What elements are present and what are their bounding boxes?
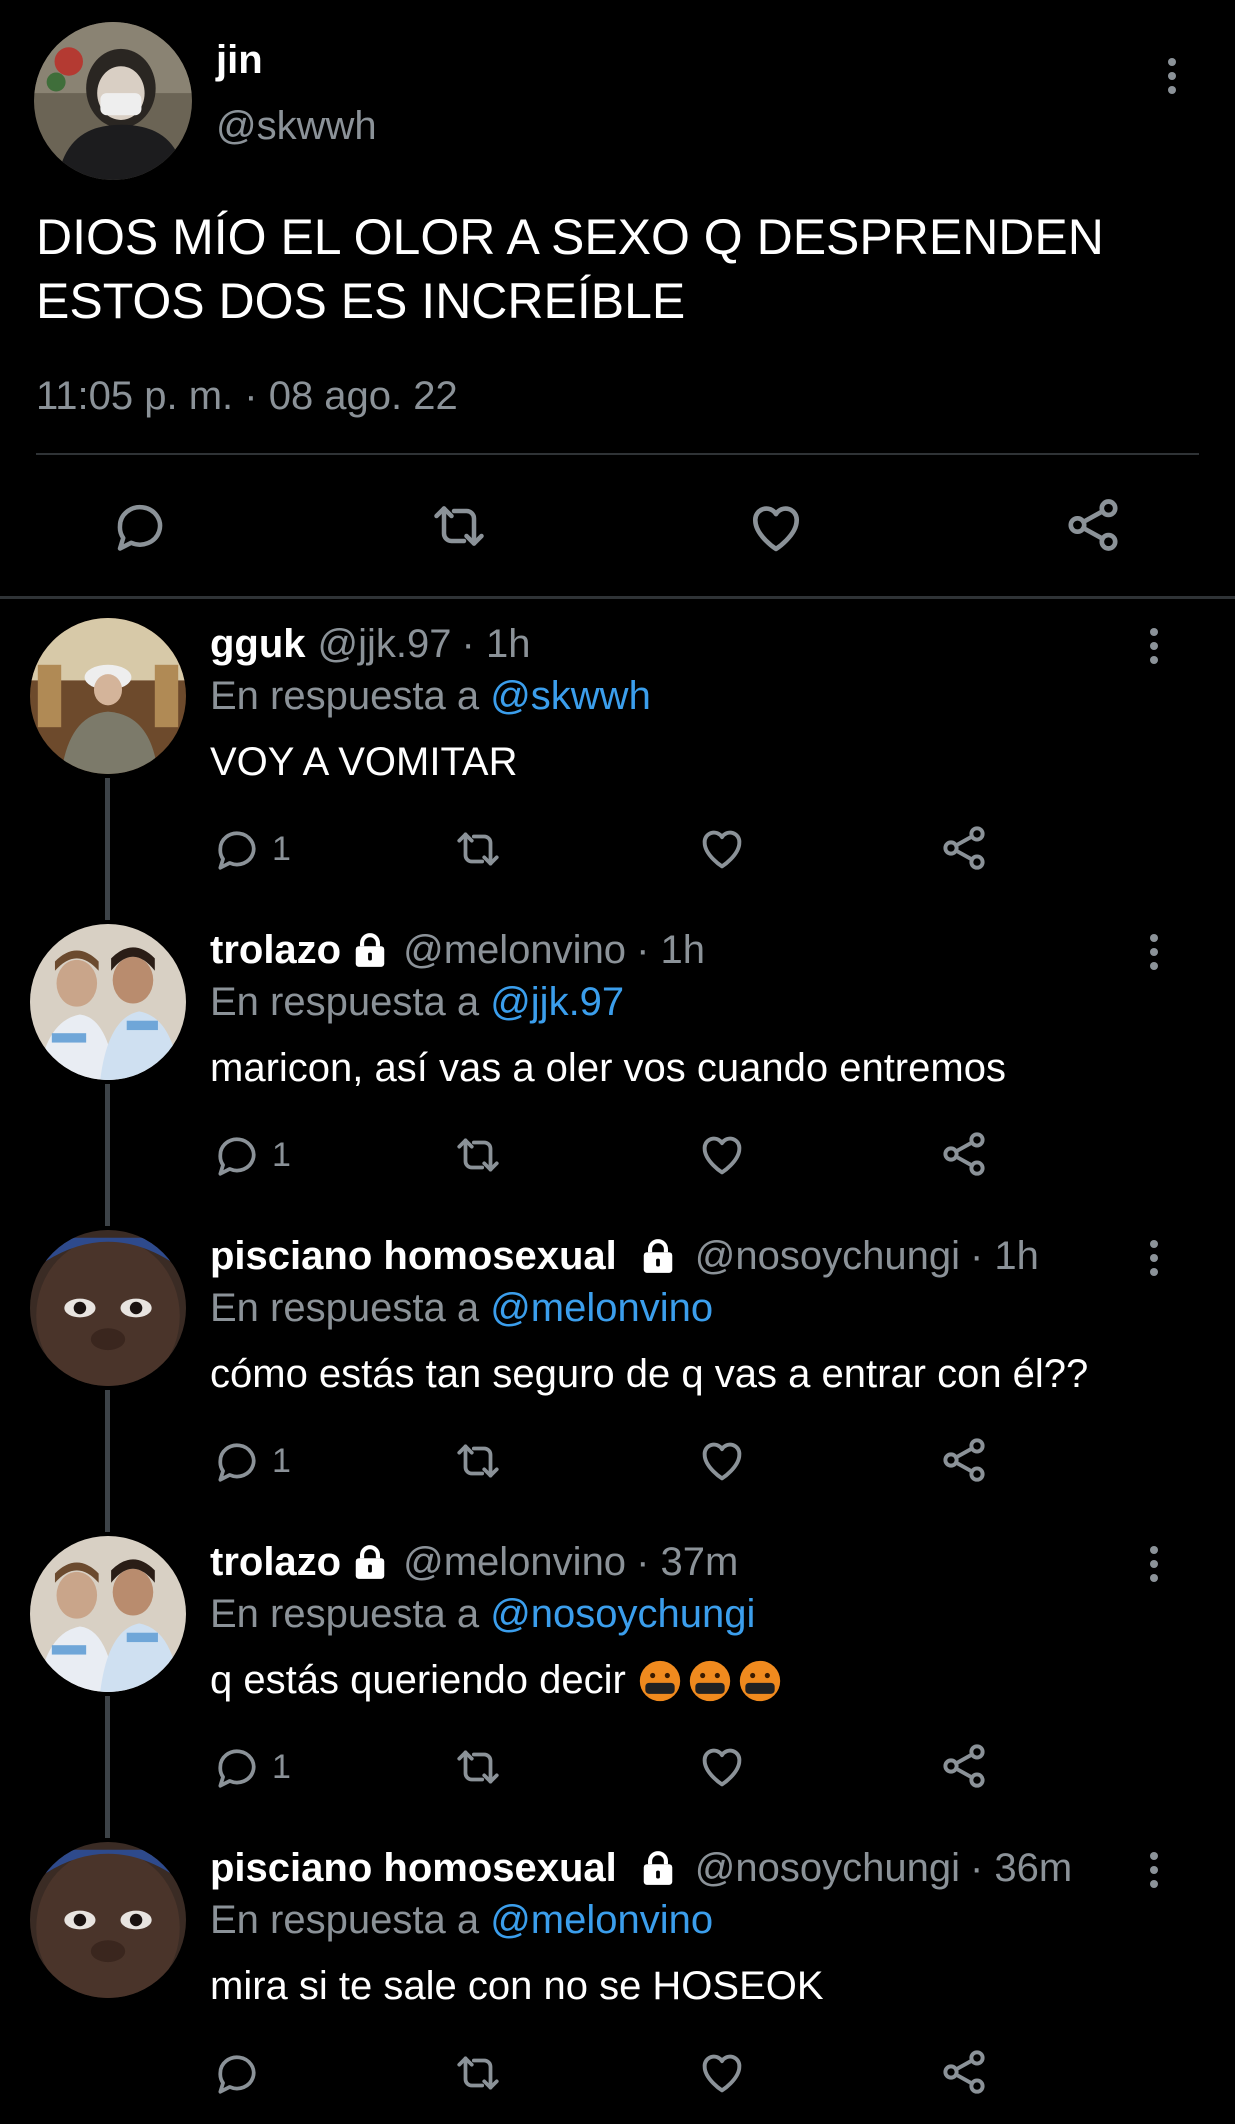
more-options-icon[interactable] <box>1147 1240 1161 1282</box>
reply-handle[interactable]: @nosoychungi <box>695 1846 960 1891</box>
reply-header: gguk @jjk.97 · 1h <box>210 622 530 667</box>
reply-prefix: En respuesta a <box>210 1898 480 1942</box>
reply-prefix: En respuesta a <box>210 674 480 718</box>
lock-icon <box>355 1544 385 1579</box>
cursing-face-emoji: 🤬 <box>639 1660 680 1701</box>
divider <box>36 453 1199 455</box>
share-icon[interactable] <box>938 1128 990 1180</box>
reply-icon[interactable] <box>212 1436 262 1486</box>
section-divider <box>0 596 1235 599</box>
like-icon[interactable] <box>696 822 748 874</box>
reply-icon[interactable] <box>212 1130 262 1180</box>
reply-display-name[interactable]: gguk <box>210 622 306 667</box>
reply-time: · 1h <box>970 1234 1039 1278</box>
main-display-name[interactable]: jin <box>216 38 263 83</box>
reply-mention[interactable]: @melonvino <box>490 1898 713 1942</box>
retweet-icon[interactable] <box>450 1742 506 1792</box>
thread-line <box>105 778 110 920</box>
reply-time: · 1h <box>461 622 531 666</box>
retweet-icon[interactable] <box>426 496 492 556</box>
more-options-icon[interactable] <box>1147 1546 1161 1588</box>
reply-display-name[interactable]: trolazo <box>210 1540 341 1585</box>
reply-text: mira si te sale con no se HOSEOK <box>210 1964 824 2008</box>
main-tweet-text-line1: DIOS MÍO EL OLOR A SEXO Q DESPRENDEN <box>36 209 1104 265</box>
reply-header: pisciano homosexual @nosoychungi · 36m <box>210 1846 1072 1891</box>
reply-context: En respuesta a @melonvino <box>210 1286 713 1331</box>
avatar-pisciano-homosexual[interactable] <box>30 1842 186 1998</box>
reply-icon[interactable] <box>212 2048 262 2098</box>
more-options-icon[interactable] <box>1165 58 1179 100</box>
reply-handle[interactable]: @jjk.97 <box>318 622 452 667</box>
reply-display-name[interactable]: pisciano homosexual <box>210 1846 617 1891</box>
reply-mention[interactable]: @skwwh <box>490 674 651 718</box>
reply-text: cómo estás tan seguro de q vas a entrar … <box>210 1352 1089 1396</box>
main-handle[interactable]: @skwwh <box>216 104 377 149</box>
reply-context: En respuesta a @skwwh <box>210 674 651 719</box>
more-options-icon[interactable] <box>1147 934 1161 976</box>
cursing-face-emoji: 🤬 <box>739 1660 780 1701</box>
reply-handle[interactable]: @melonvino <box>403 928 626 973</box>
more-options-icon[interactable] <box>1147 1852 1161 1894</box>
avatar-trolazo[interactable] <box>30 1536 186 1692</box>
main-timestamp: 11:05 p. m. · 08 ago. 22 <box>36 374 458 418</box>
retweet-icon[interactable] <box>450 2048 506 2098</box>
reply-mention[interactable]: @melonvino <box>490 1286 713 1330</box>
reply-display-name[interactable]: pisciano homosexual <box>210 1234 617 1279</box>
cursing-face-emoji: 🤬 <box>689 1660 730 1701</box>
retweet-icon[interactable] <box>450 1130 506 1180</box>
reply-handle[interactable]: @melonvino <box>403 1540 626 1585</box>
reply-icon[interactable] <box>212 824 262 874</box>
reply-context: En respuesta a @nosoychungi <box>210 1592 755 1637</box>
reply-handle[interactable]: @nosoychungi <box>695 1234 960 1279</box>
reply-time: · 36m <box>970 1846 1073 1890</box>
share-icon[interactable] <box>938 2046 990 2098</box>
reply-context: En respuesta a @melonvino <box>210 1898 713 1943</box>
reply-context: En respuesta a @jjk.97 <box>210 980 624 1025</box>
lock-icon <box>643 1850 673 1885</box>
retweet-icon[interactable] <box>450 1436 506 1486</box>
share-icon[interactable] <box>938 1434 990 1486</box>
avatar-pisciano-homosexual[interactable] <box>30 1230 186 1386</box>
reply-count: 1 <box>272 1136 291 1174</box>
thread-line <box>105 1084 110 1226</box>
reply-prefix: En respuesta a <box>210 1286 480 1330</box>
retweet-icon[interactable] <box>450 824 506 874</box>
reply-display-name[interactable]: trolazo <box>210 928 341 973</box>
reply-text: maricon, así vas a oler vos cuando entre… <box>210 1046 1006 1090</box>
reply-text-row: q estás queriendo decir 🤬 🤬 🤬 <box>210 1658 782 1703</box>
reply-count: 1 <box>272 1748 291 1786</box>
like-icon[interactable] <box>745 496 807 558</box>
avatar-trolazo[interactable] <box>30 924 186 1080</box>
like-icon[interactable] <box>696 1434 748 1486</box>
like-icon[interactable] <box>696 2046 748 2098</box>
reply-text: VOY A VOMITAR <box>210 740 518 784</box>
thread-line <box>105 1390 110 1532</box>
reply-time: · 37m <box>636 1540 739 1584</box>
main-tweet-text-line2: ESTOS DOS ES INCREÍBLE <box>36 273 686 329</box>
like-icon[interactable] <box>696 1740 748 1792</box>
reply-prefix: En respuesta a <box>210 980 480 1024</box>
reply-count: 1 <box>272 830 291 868</box>
like-icon[interactable] <box>696 1128 748 1180</box>
reply-mention[interactable]: @jjk.97 <box>490 980 624 1024</box>
share-icon[interactable] <box>938 1740 990 1792</box>
reply-time: · 1h <box>636 928 705 972</box>
lock-icon <box>643 1238 673 1273</box>
reply-mention[interactable]: @nosoychungi <box>490 1592 755 1636</box>
avatar-gguk[interactable] <box>30 618 186 774</box>
reply-text: q estás queriendo decir <box>210 1658 626 1702</box>
thread-line <box>105 1696 110 1838</box>
reply-header: trolazo @melonvino · 37m <box>210 1540 738 1585</box>
share-icon[interactable] <box>938 822 990 874</box>
reply-prefix: En respuesta a <box>210 1592 480 1636</box>
lock-icon <box>355 932 385 967</box>
reply-header: trolazo @melonvino · 1h <box>210 928 705 973</box>
reply-icon[interactable] <box>110 496 170 556</box>
avatar-jin[interactable] <box>34 22 192 180</box>
share-icon[interactable] <box>1062 494 1124 556</box>
reply-icon[interactable] <box>212 1742 262 1792</box>
reply-header: pisciano homosexual @nosoychungi · 1h <box>210 1234 1039 1279</box>
more-options-icon[interactable] <box>1147 628 1161 670</box>
reply-count: 1 <box>272 1442 291 1480</box>
